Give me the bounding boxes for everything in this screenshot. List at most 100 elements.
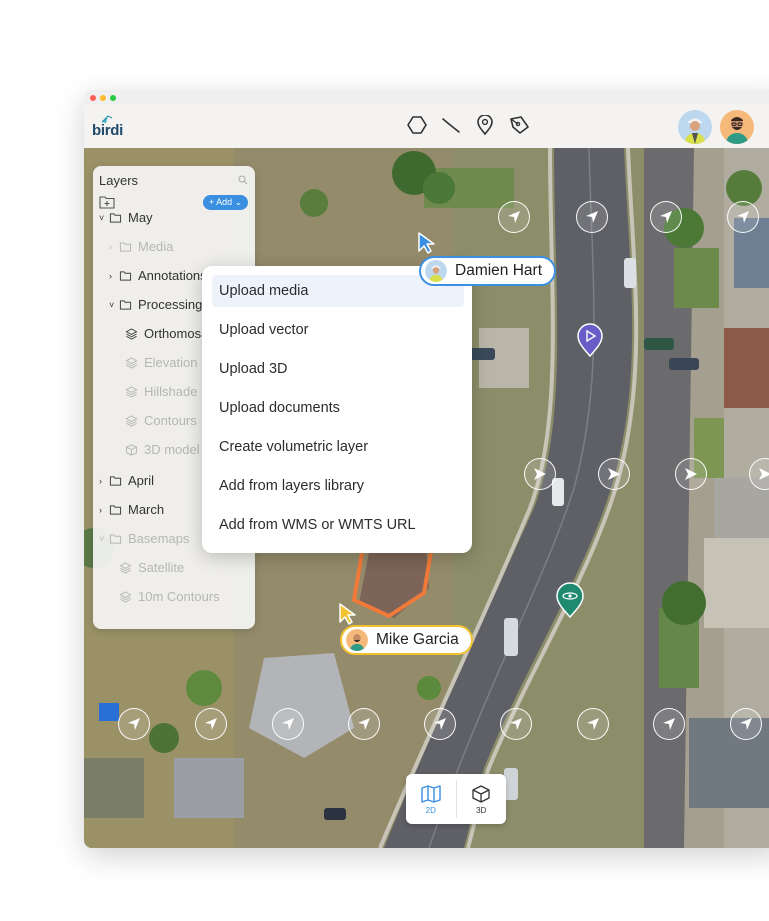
map-icon: [421, 784, 441, 803]
close-window-button[interactable]: [90, 95, 96, 101]
birdi-logo[interactable]: birdi: [92, 112, 132, 142]
minimize-window-button[interactable]: [100, 95, 106, 101]
layer-item[interactable]: › Annotations: [109, 268, 207, 283]
add-menu: Upload media Upload vector Upload 3D Upload…: [202, 266, 472, 553]
layer-label: 3D model: [144, 442, 200, 457]
navigation-arrow-right-icon: [608, 468, 620, 480]
chevron-icon[interactable]: ˅: [109, 300, 117, 310]
layer-item[interactable]: ˅ May: [99, 210, 153, 225]
layer-label: Contours: [144, 413, 197, 428]
layers-icon: [125, 385, 138, 398]
navigation-arrow-icon: [358, 718, 370, 730]
layer-item[interactable]: Elevation: [123, 355, 197, 370]
add-menu-item[interactable]: Upload vector: [212, 314, 464, 346]
layer-item[interactable]: Satellite: [109, 560, 184, 575]
view-3d-label: 3D: [476, 805, 487, 815]
avatar-damien-small: [425, 260, 447, 282]
folder-icon: [109, 533, 122, 544]
chevron-icon[interactable]: ›: [109, 271, 117, 281]
layer-item[interactable]: 10m Contours: [109, 589, 220, 604]
nav-marker[interactable]: [730, 708, 762, 740]
avatar-damien[interactable]: [678, 110, 712, 144]
map-canvas[interactable]: Layers + Add ⌄ ˅ May › Media › Annotations ˅ Pr…: [84, 148, 769, 848]
navigation-arrow-icon: [434, 718, 446, 730]
avatar-mike[interactable]: [720, 110, 754, 144]
chevron-icon[interactable]: ›: [109, 242, 117, 252]
navigation-arrow-icon: [282, 718, 294, 730]
line-tool[interactable]: [440, 113, 462, 137]
layer-item[interactable]: ˅ Basemaps: [99, 531, 189, 546]
folder-icon: [109, 212, 122, 223]
nav-marker[interactable]: [348, 708, 380, 740]
polygon-tool[interactable]: [406, 113, 428, 137]
layer-item[interactable]: › April: [99, 473, 154, 488]
chevron-icon[interactable]: ›: [99, 505, 107, 515]
drone-pin[interactable]: [555, 582, 585, 623]
top-toolbar: birdi: [84, 104, 769, 149]
layer-label: April: [128, 473, 155, 488]
chevron-icon[interactable]: ˅: [99, 534, 107, 544]
nav-marker[interactable]: [118, 708, 150, 740]
layer-label: Annotations: [138, 268, 207, 283]
navigation-arrow-right-icon: [534, 468, 546, 480]
cube-icon: [125, 443, 138, 456]
new-folder-icon[interactable]: [99, 195, 115, 209]
nav-marker[interactable]: [576, 201, 608, 233]
video-pin[interactable]: [576, 323, 604, 362]
add-menu-item[interactable]: Create volumetric layer: [212, 431, 464, 463]
drone-pin-icon: [556, 582, 584, 619]
pen-tool[interactable]: [508, 113, 530, 137]
pen-icon: [510, 116, 529, 134]
layers-panel-title: Layers: [99, 173, 139, 188]
window-chrome: [84, 90, 769, 104]
navigation-arrow-right-icon: [685, 468, 697, 480]
layer-item[interactable]: Hillshade: [123, 384, 197, 399]
layer-item[interactable]: 3D model: [123, 442, 200, 457]
view-2d-label: 2D: [425, 805, 436, 815]
nav-marker[interactable]: [577, 708, 609, 740]
person-avatar-icon: [720, 110, 754, 144]
navigation-arrow-icon: [128, 718, 140, 730]
layer-item[interactable]: › March: [99, 502, 164, 517]
nav-marker[interactable]: [498, 201, 530, 233]
layer-item[interactable]: Contours: [123, 413, 197, 428]
add-menu-item[interactable]: Add from layers library: [212, 470, 464, 502]
view-mode-switch: 2D 3D: [406, 774, 506, 824]
drawing-tools: [406, 113, 530, 137]
folder-icon: [109, 504, 122, 515]
chevron-icon[interactable]: ˅: [99, 213, 107, 223]
maximize-window-button[interactable]: [110, 95, 116, 101]
folder-icon: [119, 241, 132, 252]
chevron-icon[interactable]: ›: [99, 476, 107, 486]
add-layer-button[interactable]: + Add ⌄: [203, 195, 248, 210]
nav-marker[interactable]: [424, 708, 456, 740]
location-pin-tool[interactable]: [474, 113, 496, 137]
layer-label: 10m Contours: [138, 589, 220, 604]
app-window: birdi Layers + Add ⌄ ˅ May › Media › Ann…: [84, 90, 769, 848]
view-2d-button[interactable]: 2D: [406, 774, 456, 824]
mike-cursor-icon: [339, 603, 356, 625]
layer-item[interactable]: › Media: [109, 239, 173, 254]
add-menu-item[interactable]: Upload documents: [212, 392, 464, 424]
add-menu-item[interactable]: Add from WMS or WMTS URL: [212, 509, 464, 541]
nav-marker[interactable]: [650, 201, 682, 233]
nav-marker[interactable]: [272, 708, 304, 740]
nav-marker[interactable]: [653, 708, 685, 740]
navigation-arrow-icon: [740, 718, 752, 730]
line-icon: [442, 118, 460, 133]
layers-icon: [125, 356, 138, 369]
layer-label: Media: [138, 239, 174, 254]
search-icon[interactable]: [238, 175, 248, 185]
nav-marker[interactable]: [524, 458, 556, 490]
avatar-mike-small: [346, 629, 368, 651]
layer-label: Processing: [138, 297, 203, 312]
layer-item[interactable]: ˅ Processing: [109, 297, 202, 312]
nav-marker[interactable]: [195, 708, 227, 740]
add-menu-item[interactable]: Upload 3D: [212, 353, 464, 385]
view-3d-button[interactable]: 3D: [456, 774, 506, 824]
nav-marker[interactable]: [675, 458, 707, 490]
nav-marker[interactable]: [598, 458, 630, 490]
layers-icon: [119, 561, 132, 574]
nav-marker[interactable]: [727, 201, 759, 233]
nav-marker[interactable]: [500, 708, 532, 740]
